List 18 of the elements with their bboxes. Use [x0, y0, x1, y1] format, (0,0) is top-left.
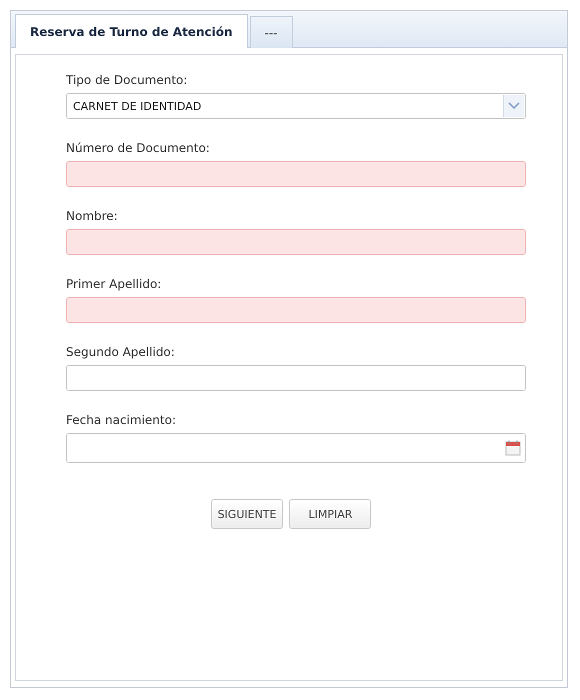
calendar-icon[interactable] [505, 440, 521, 456]
caret-icon [503, 95, 524, 117]
tab[interactable]: --- [250, 16, 292, 48]
date-field[interactable] [66, 433, 526, 463]
dropdown[interactable]: CARNET DE IDENTIDAD [66, 93, 526, 119]
tab[interactable]: Reserva de Turno de Atención [15, 14, 248, 48]
form-button[interactable]: SIGUIENTE [210, 499, 284, 529]
field-label: Nombre: [66, 209, 119, 223]
input-field[interactable] [66, 297, 526, 323]
field-label: Tipo de Documento: [66, 73, 188, 87]
field-label: Segundo Apellido: [66, 345, 176, 359]
input-field[interactable] [66, 161, 526, 187]
field-label: Número de Documento: [66, 141, 211, 155]
field-label: Fecha nacimiento: [66, 413, 177, 427]
form-button[interactable]: LIMPIAR [289, 499, 372, 529]
input-field[interactable] [66, 365, 526, 391]
input-field[interactable] [66, 229, 526, 255]
field-label: Primer Apellido: [66, 277, 162, 291]
